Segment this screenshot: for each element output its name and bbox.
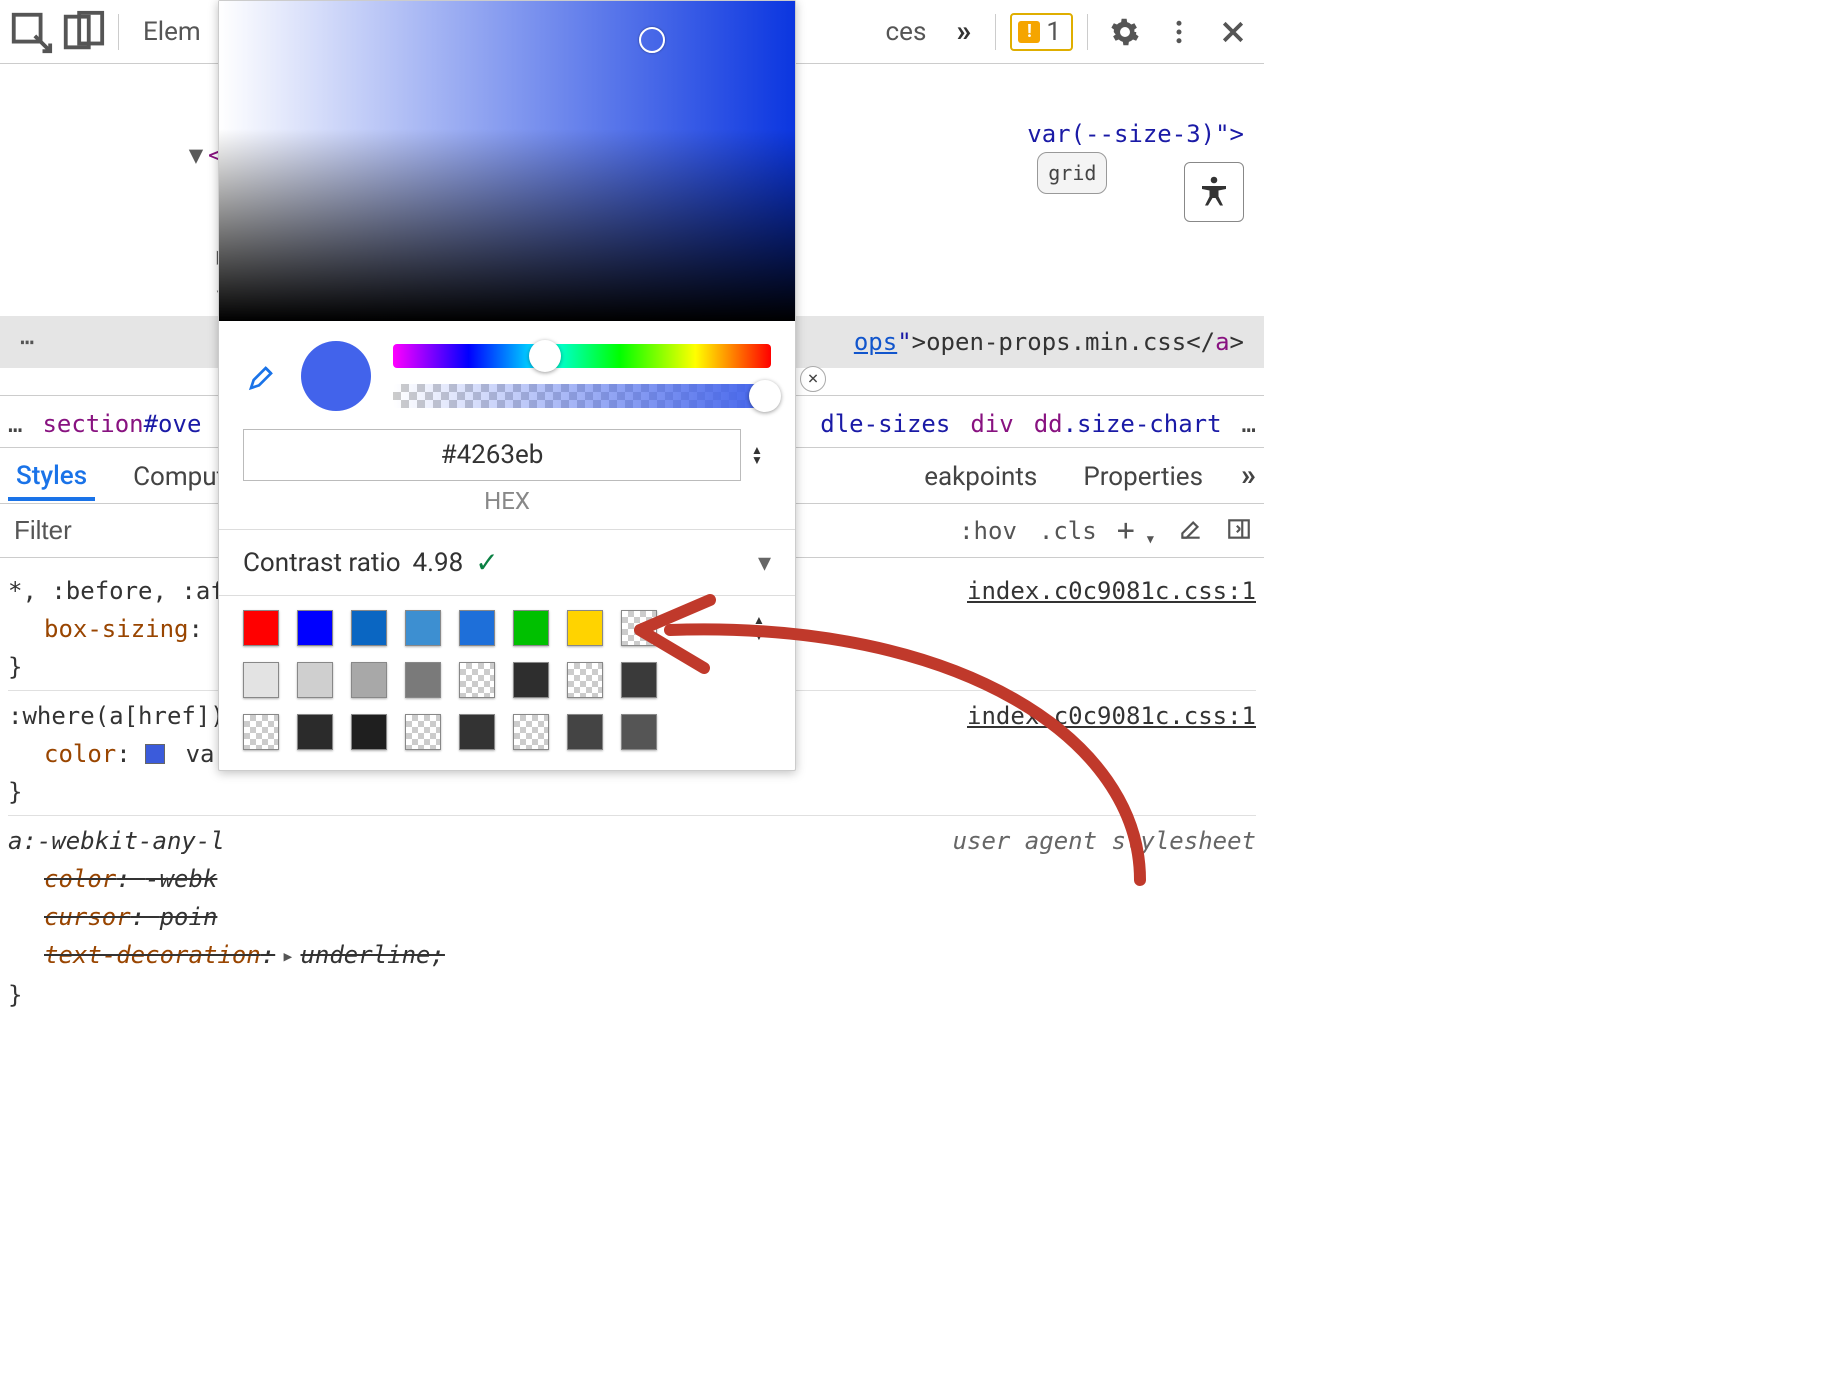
breadcrumb-item[interactable]: dle-sizes xyxy=(820,410,950,438)
tab-sources-partial[interactable]: ces xyxy=(874,17,939,47)
hue-slider-thumb[interactable] xyxy=(529,340,561,372)
spectrum-dragger-icon[interactable] xyxy=(639,27,665,53)
dom-attr-value: var(--size-3)"> xyxy=(1027,120,1244,148)
toolbar-divider xyxy=(118,14,119,50)
alpha-slider[interactable] xyxy=(393,384,771,408)
chevron-down-icon[interactable]: ▾ xyxy=(758,548,771,578)
warning-icon: ! xyxy=(1018,21,1040,43)
grid-badge-pill[interactable]: grid xyxy=(1037,152,1107,194)
palette-swatch[interactable] xyxy=(405,662,441,698)
breadcrumb-ellipsis[interactable]: … xyxy=(8,410,22,438)
palette-swatch[interactable] xyxy=(351,662,387,698)
device-toggle-icon[interactable] xyxy=(60,9,106,55)
palette-swatch[interactable] xyxy=(243,662,279,698)
hex-input[interactable] xyxy=(243,429,741,481)
breadcrumb-item[interactable]: section#ove xyxy=(42,410,201,438)
breadcrumb-ellipsis[interactable]: … xyxy=(1242,410,1256,438)
palette-swatch[interactable] xyxy=(459,714,495,750)
toolbar-divider xyxy=(995,14,996,50)
issues-count: 1 xyxy=(1046,17,1061,47)
color-format-label: HEX xyxy=(219,487,795,529)
hov-toggle[interactable]: :hov xyxy=(957,517,1019,545)
alpha-slider-thumb[interactable] xyxy=(749,380,781,412)
dom-text: >open-props.min.css</ xyxy=(912,328,1215,356)
contrast-value: 4.98 xyxy=(413,548,464,578)
ellipsis-icon: ⋯ xyxy=(20,322,34,362)
palette-swatch[interactable] xyxy=(243,610,279,646)
contrast-ratio-row[interactable]: Contrast ratio 4.98 ✓ ▾ xyxy=(219,529,795,595)
palette-swatch[interactable] xyxy=(621,610,657,646)
css-declaration-overridden[interactable]: color: -webk xyxy=(8,860,1256,898)
hue-slider[interactable] xyxy=(393,344,771,368)
swatch-palette: ▲▼ xyxy=(219,595,795,770)
css-selector[interactable]: *, :before, :af xyxy=(8,572,225,610)
palette-swatch[interactable] xyxy=(297,610,333,646)
palette-swatch[interactable] xyxy=(405,610,441,646)
more-subtabs-button[interactable]: » xyxy=(1241,458,1256,493)
brush-icon[interactable] xyxy=(1178,516,1208,546)
css-selector[interactable]: :where(a[href]) xyxy=(8,697,225,735)
breadcrumb-item[interactable]: div xyxy=(970,410,1013,438)
close-icon[interactable] xyxy=(1210,9,1256,55)
color-format-spinner[interactable]: ▲▼ xyxy=(751,446,771,464)
dom-text: a xyxy=(1215,328,1229,356)
computed-panel-toggle-icon[interactable] xyxy=(1226,516,1256,546)
contrast-label: Contrast ratio xyxy=(243,548,401,578)
palette-swatch[interactable] xyxy=(513,714,549,750)
palette-spinner[interactable]: ▲▼ xyxy=(753,613,771,643)
css-source-link[interactable]: index.c0c9081c.css:1 xyxy=(967,572,1256,610)
tab-styles[interactable]: Styles xyxy=(8,451,95,501)
color-spectrum-area[interactable] xyxy=(219,1,795,321)
color-picker-popover: ▲▼ HEX Contrast ratio 4.98 ✓ ▾ ▲▼ xyxy=(218,0,796,771)
palette-swatch[interactable] xyxy=(405,714,441,750)
dom-link-text[interactable]: ops xyxy=(854,328,897,356)
cls-toggle[interactable]: .cls xyxy=(1037,517,1099,545)
shorthand-expand-icon[interactable]: ▸ xyxy=(275,944,300,969)
eyedropper-button[interactable] xyxy=(243,356,283,396)
current-color-preview xyxy=(301,341,371,411)
css-declaration-overridden[interactable]: text-decoration:▸underline; xyxy=(8,936,1256,976)
toolbar-divider xyxy=(1087,14,1088,50)
palette-swatch[interactable] xyxy=(513,662,549,698)
palette-swatch[interactable] xyxy=(351,714,387,750)
palette-swatch[interactable] xyxy=(459,610,495,646)
gear-icon[interactable] xyxy=(1102,9,1148,55)
accessibility-panel-button[interactable] xyxy=(1184,162,1244,222)
select-element-icon[interactable] xyxy=(8,9,54,55)
css-prop-name: box-sizing xyxy=(44,615,189,643)
color-swatch-icon[interactable] xyxy=(145,744,165,764)
palette-swatch[interactable] xyxy=(459,662,495,698)
chevron-down-icon: ▼ xyxy=(1147,532,1154,546)
tab-properties[interactable]: Properties xyxy=(1075,452,1211,500)
palette-swatch[interactable] xyxy=(621,662,657,698)
breadcrumb-item[interactable]: dd.size-chart xyxy=(1034,410,1222,438)
scroll-into-view-chip[interactable]: × xyxy=(800,366,826,392)
tab-elements[interactable]: Elem xyxy=(131,17,213,47)
tab-computed[interactable]: Comput xyxy=(125,452,233,500)
css-selector[interactable]: a:-webkit-any-l xyxy=(8,822,225,860)
dom-text: > xyxy=(1230,328,1244,356)
css-prop-name: color xyxy=(44,740,116,768)
tab-breakpoints[interactable]: eakpoints xyxy=(916,452,1045,500)
css-source-link[interactable]: index.c0c9081c.css:1 xyxy=(967,697,1256,735)
issues-badge[interactable]: ! 1 xyxy=(1010,13,1073,51)
more-tabs-button[interactable]: » xyxy=(946,14,981,49)
palette-swatch[interactable] xyxy=(567,714,603,750)
palette-swatch[interactable] xyxy=(297,662,333,698)
css-rule-close: } xyxy=(8,976,1256,1014)
palette-swatch[interactable] xyxy=(351,610,387,646)
palette-swatch[interactable] xyxy=(621,714,657,750)
contrast-pass-icon: ✓ xyxy=(475,546,498,579)
palette-swatch[interactable] xyxy=(297,714,333,750)
css-source-ua: user agent stylesheet xyxy=(953,822,1256,860)
new-rule-button[interactable]: + xyxy=(1117,513,1135,548)
palette-swatch[interactable] xyxy=(513,610,549,646)
kebab-menu-icon[interactable] xyxy=(1156,9,1202,55)
palette-swatch[interactable] xyxy=(567,662,603,698)
disclosure-triangle-down-icon[interactable]: ▼ xyxy=(188,135,204,175)
palette-swatch[interactable] xyxy=(243,714,279,750)
css-rule-close: } xyxy=(8,773,1256,811)
palette-swatch[interactable] xyxy=(567,610,603,646)
css-declaration-overridden[interactable]: cursor: poin xyxy=(8,898,1256,936)
